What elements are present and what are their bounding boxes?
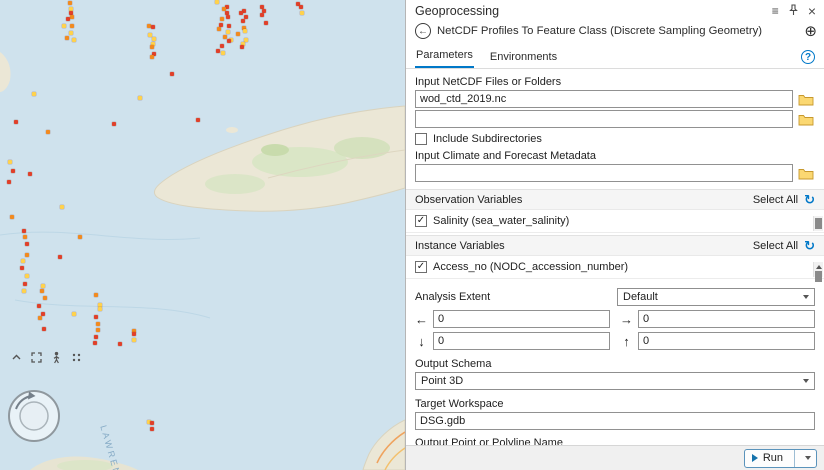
tab-parameters[interactable]: Parameters [415, 46, 474, 68]
observation-variables-title: Observation Variables [415, 194, 522, 206]
panel-header: Geoprocessing ≡ × [406, 0, 824, 20]
map-view[interactable]: LAWRENCE [0, 0, 405, 470]
run-bar: Run [406, 445, 824, 470]
instance-variables-title: Instance Variables [415, 240, 505, 252]
output-schema-value: Point 3D [421, 375, 463, 387]
map-navigation-controls [9, 350, 83, 364]
extent-north-input[interactable] [638, 332, 815, 350]
add-icon[interactable]: ⊕ [804, 24, 817, 39]
extent-west-input[interactable] [433, 310, 610, 328]
instance-variables-header: Instance Variables Select All ↻ [406, 235, 824, 256]
netcdf-file-input-1[interactable] [415, 90, 793, 108]
west-arrow-icon: ← [415, 313, 428, 326]
pin-icon[interactable] [788, 4, 799, 18]
observation-scrollbar[interactable] [813, 216, 823, 231]
observation-variables-list: Salinity (sea_water_salinity) [406, 215, 824, 233]
salinity-checkbox[interactable] [415, 215, 427, 227]
chevron-down-icon [803, 379, 809, 383]
run-play-icon [752, 454, 758, 462]
explore-person-icon[interactable] [49, 350, 63, 364]
netcdf-file-input-2[interactable] [415, 110, 793, 128]
run-dropdown-caret[interactable] [800, 450, 816, 467]
run-separator [794, 450, 795, 467]
collapse-icon[interactable] [9, 350, 23, 364]
access-no-checkbox[interactable] [415, 261, 427, 273]
include-subdirectories-checkbox[interactable] [415, 133, 427, 145]
instance-scrollbar[interactable] [813, 262, 823, 277]
output-schema-label: Output Schema [415, 358, 815, 370]
close-icon[interactable]: × [808, 4, 816, 18]
tab-bar: Parameters Environments ? [406, 44, 824, 69]
compass-navigator[interactable] [6, 388, 62, 444]
target-workspace-input[interactable] [415, 412, 815, 430]
analysis-extent-label: Analysis Extent [415, 291, 490, 303]
help-icon[interactable]: ? [801, 50, 815, 64]
input-netcdf-label: Input NetCDF Files or Folders [415, 76, 815, 88]
target-workspace-label: Target Workspace [415, 398, 815, 410]
east-arrow-icon: → [620, 313, 633, 326]
select-all-observation[interactable]: Select All [753, 194, 798, 206]
observation-variables-header: Observation Variables Select All ↻ [406, 189, 824, 210]
include-subdirectories-label: Include Subdirectories [433, 133, 542, 145]
tool-title: NetCDF Profiles To Feature Class (Discre… [437, 25, 798, 37]
geoprocessing-panel: Geoprocessing ≡ × ← NetCDF Profiles To F… [405, 0, 824, 470]
metadata-label: Input Climate and Forecast Metadata [415, 150, 815, 162]
refresh-icon[interactable]: ↻ [804, 193, 815, 206]
instance-variables-list: Access_no (NODC_accession_number) [406, 261, 824, 279]
parameters-form: Input NetCDF Files or Folders Include Su… [406, 69, 824, 469]
select-all-instance[interactable]: Select All [753, 240, 798, 252]
browse-folder-icon[interactable] [797, 91, 815, 107]
back-button[interactable]: ← [415, 23, 431, 39]
browse-folder-icon[interactable] [797, 165, 815, 181]
browse-folder-icon[interactable] [797, 111, 815, 127]
tool-header: ← NetCDF Profiles To Feature Class (Disc… [406, 20, 824, 44]
tab-environments[interactable]: Environments [489, 48, 558, 68]
north-arrow-icon: ↑ [620, 335, 633, 348]
panel-title: Geoprocessing [415, 4, 499, 18]
extent-east-input[interactable] [638, 310, 815, 328]
run-button[interactable]: Run [744, 449, 817, 468]
run-label: Run [763, 452, 783, 464]
extent-dropdown-value: Default [623, 291, 658, 303]
refresh-icon[interactable]: ↻ [804, 239, 815, 252]
full-extent-icon[interactable] [29, 350, 43, 364]
south-arrow-icon: ↓ [415, 335, 428, 348]
output-schema-dropdown[interactable]: Point 3D [415, 372, 815, 390]
drag-dots-icon[interactable] [69, 350, 83, 364]
extent-dropdown[interactable]: Default [617, 288, 815, 306]
extent-south-input[interactable] [433, 332, 610, 350]
app-window: LAWRENCE Geopr [0, 0, 824, 470]
access-no-label: Access_no (NODC_accession_number) [433, 261, 628, 273]
metadata-input[interactable] [415, 164, 793, 182]
chevron-down-icon [803, 295, 809, 299]
salinity-label: Salinity (sea_water_salinity) [433, 215, 569, 227]
menu-icon[interactable]: ≡ [772, 5, 779, 17]
